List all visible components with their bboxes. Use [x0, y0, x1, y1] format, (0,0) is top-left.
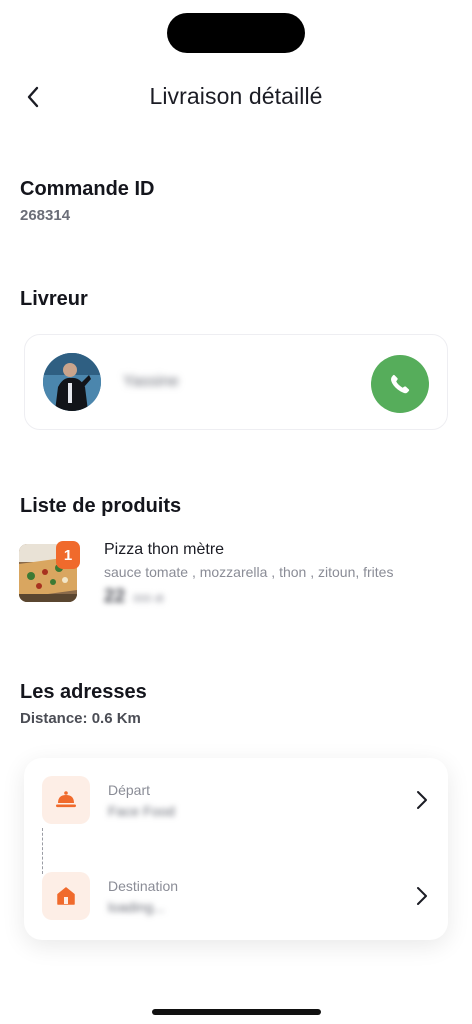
camera-notch: [167, 13, 305, 53]
home-indicator[interactable]: [152, 1009, 321, 1015]
product-description: sauce tomate , mozzarella , thon , zitou…: [104, 564, 394, 580]
product-item[interactable]: 1 Pizza thon mètre sauce tomate , mozzar…: [19, 541, 451, 611]
cloche-icon: [56, 791, 76, 808]
driver-name: Yassine: [123, 373, 179, 390]
chevron-right-icon: [412, 884, 432, 908]
price-currency: 000 dt: [133, 593, 164, 605]
departure-label: Départ: [108, 782, 151, 798]
product-name: Pizza thon mètre: [104, 541, 225, 558]
products-heading: Liste de produits: [20, 495, 182, 517]
departure-icon-box: [42, 776, 90, 824]
call-button[interactable]: [371, 355, 429, 413]
distance-label: Distance: 0.6 Km: [20, 710, 141, 727]
destination-row[interactable]: Destination loading...: [42, 872, 432, 922]
phone-icon: [391, 374, 410, 394]
avatar: [43, 353, 101, 411]
departure-value: Face Food: [108, 803, 175, 819]
addresses-heading: Les adresses: [20, 681, 147, 703]
order-id: 268314: [20, 207, 71, 224]
destination-label: Destination: [108, 878, 179, 894]
chevron-right-icon: [412, 788, 432, 812]
route-connector: [42, 828, 43, 874]
addresses-card: Départ Face Food Destination loading...: [24, 758, 448, 940]
header: Livraison détaillé: [0, 78, 472, 118]
driver-heading: Livreur: [20, 288, 88, 310]
destination-icon-box: [42, 872, 90, 920]
driver-card: Yassine: [24, 334, 448, 430]
product-price: 22 000 dt: [104, 586, 164, 608]
quantity-badge: 1: [56, 541, 80, 569]
departure-row[interactable]: Départ Face Food: [42, 776, 432, 826]
destination-value: loading...: [108, 899, 165, 915]
price-value: 22: [104, 586, 126, 607]
order-heading: Commande ID: [20, 178, 155, 200]
home-icon: [57, 887, 75, 905]
page-title: Livraison détaillé: [149, 83, 323, 109]
